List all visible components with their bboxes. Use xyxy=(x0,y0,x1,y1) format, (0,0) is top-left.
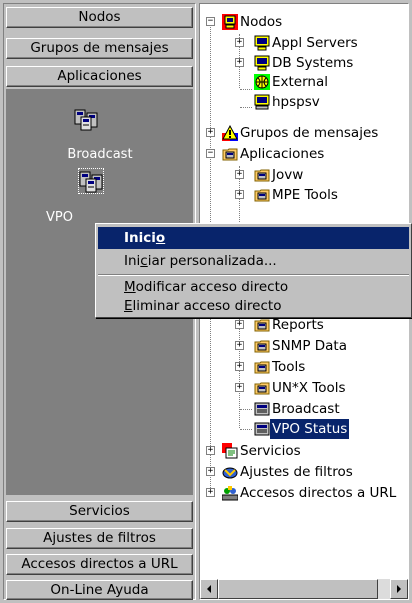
expand-toggle[interactable]: + xyxy=(206,128,215,137)
warning-triangle-icon xyxy=(222,125,238,141)
node-icon xyxy=(254,74,270,90)
scroll-left-button[interactable] xyxy=(200,579,218,599)
node-group-icon xyxy=(254,55,270,71)
menu-item-text: liminar acceso directo xyxy=(132,298,282,314)
tree-label[interactable]: Tools xyxy=(270,357,307,377)
tree-label[interactable]: Accesos directos a URL xyxy=(238,483,398,503)
tree-label[interactable]: Servicios xyxy=(238,441,303,461)
tree-label[interactable]: Aplicaciones xyxy=(238,144,326,164)
menu-item-iniciar-personalizada[interactable]: Iniciar personalizada... xyxy=(98,250,409,272)
services-icon xyxy=(222,443,238,459)
application-icon xyxy=(254,402,270,416)
menu-item-mnemonic: o xyxy=(155,230,166,246)
expand-toggle[interactable]: + xyxy=(235,190,244,199)
collapse-toggle[interactable]: − xyxy=(206,17,215,26)
node-group-icon xyxy=(254,35,270,51)
shortcut-label-broadcast[interactable]: Broadcast xyxy=(52,147,148,162)
application-group-icon xyxy=(254,169,270,182)
tree-connector xyxy=(240,89,252,90)
application-group-icon[interactable] xyxy=(74,107,98,131)
application-group-icon xyxy=(254,382,270,395)
group-button-accesos-directos-url[interactable]: Accesos directos a URL xyxy=(6,554,193,575)
url-shortcuts-icon xyxy=(222,486,238,501)
tree-label[interactable]: External xyxy=(270,72,330,92)
tree-label[interactable]: MPE Tools xyxy=(270,185,340,205)
filter-icon xyxy=(222,467,238,479)
scroll-thumb[interactable] xyxy=(218,579,378,599)
menu-item-mnemonic: M xyxy=(124,279,136,295)
node-icon xyxy=(254,94,270,110)
horizontal-scrollbar[interactable] xyxy=(200,579,408,599)
tree-label[interactable]: Ajustes de filtros xyxy=(238,462,355,482)
menu-item-text: Ini xyxy=(124,253,141,269)
arrow-left-icon xyxy=(207,585,211,593)
application-group-icon xyxy=(254,361,270,374)
expand-toggle[interactable]: + xyxy=(235,383,244,392)
tree-connector xyxy=(240,429,252,430)
menu-item-text: Inici xyxy=(124,230,156,246)
application-group-icon xyxy=(254,319,270,332)
application-group-icon[interactable] xyxy=(78,168,104,194)
tree-label[interactable]: hpspsv xyxy=(270,92,322,112)
menu-item-text: odificar acceso directo xyxy=(135,279,289,295)
expand-toggle[interactable]: + xyxy=(206,488,215,497)
node-group-icon xyxy=(222,14,238,30)
expand-toggle[interactable]: + xyxy=(235,38,244,47)
group-button-servicios[interactable]: Servicios xyxy=(6,501,193,522)
application-group-icon xyxy=(222,148,238,161)
arrow-right-icon xyxy=(397,585,401,593)
group-button-ajustes-de-filtros[interactable]: Ajustes de filtros xyxy=(6,528,193,549)
group-button-nodos[interactable]: Nodos xyxy=(6,7,193,28)
tree-label[interactable]: Nodos xyxy=(238,12,284,32)
menu-item-mnemonic: E xyxy=(124,298,133,314)
group-button-aplicaciones[interactable]: Aplicaciones xyxy=(6,66,193,87)
tree-label[interactable]: UN*X Tools xyxy=(270,378,348,398)
tree-label[interactable]: DB Systems xyxy=(270,53,355,73)
tree-label[interactable]: Jovw xyxy=(270,165,305,185)
tree-label[interactable]: SNMP Data xyxy=(270,336,349,356)
group-button-grupos-de-mensajes[interactable]: Grupos de mensajes xyxy=(6,38,193,59)
tree-connector xyxy=(240,409,252,410)
expand-toggle[interactable]: + xyxy=(235,341,244,350)
expand-toggle[interactable]: + xyxy=(235,320,244,329)
menu-item-mnemonic: c xyxy=(140,253,148,269)
collapse-toggle[interactable]: − xyxy=(206,149,215,158)
tree-label[interactable]: Reports xyxy=(270,315,326,335)
shortcut-label-vpo[interactable]: VPO xyxy=(46,210,96,225)
tree-label[interactable]: Appl Servers xyxy=(270,33,360,53)
menu-item-text: iar personalizada... xyxy=(147,253,277,269)
application-icon xyxy=(254,422,270,436)
tree-label-selected[interactable]: VPO Status xyxy=(270,419,350,439)
menu-item-inicio[interactable]: Inicio xyxy=(98,227,409,249)
context-menu: Inicio Iniciar personalizada... Modifica… xyxy=(95,223,412,318)
expand-toggle[interactable]: + xyxy=(235,170,244,179)
scroll-right-button[interactable] xyxy=(390,579,408,599)
expand-toggle[interactable]: + xyxy=(235,58,244,67)
menu-item-eliminar-acceso-directo[interactable]: Eliminar acceso directo xyxy=(98,295,409,317)
tree-connector xyxy=(240,107,252,108)
application-group-icon xyxy=(254,189,270,202)
group-button-on-line-ayuda[interactable]: On-Line Ayuda xyxy=(6,580,193,600)
expand-toggle[interactable]: + xyxy=(206,467,215,476)
expand-toggle[interactable]: + xyxy=(206,446,215,455)
expand-toggle[interactable]: + xyxy=(235,362,244,371)
tree-label[interactable]: Broadcast xyxy=(270,399,342,419)
application-group-icon xyxy=(254,340,270,353)
tree-label[interactable]: Grupos de mensajes xyxy=(238,123,380,143)
